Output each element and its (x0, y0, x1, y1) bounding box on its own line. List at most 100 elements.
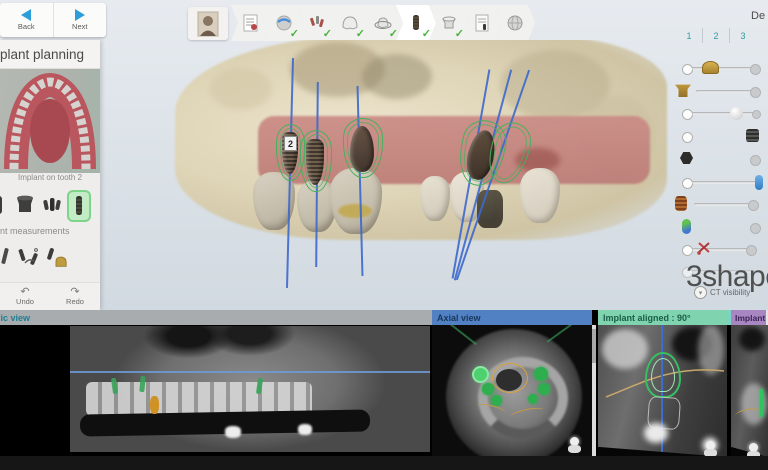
layout-tab-3[interactable]: 3 (729, 28, 756, 43)
implant-number-label: 2 (284, 136, 297, 151)
implant-crown-measure-button[interactable] (44, 242, 68, 274)
implant-aligned2-ct-image[interactable] (731, 325, 768, 470)
scan-slider-track[interactable] (692, 112, 756, 115)
bright-tooth (298, 424, 312, 435)
ct-slider-track[interactable] (692, 181, 760, 184)
slider-crown (668, 60, 768, 78)
tooth (420, 176, 450, 221)
tooth (330, 168, 382, 234)
axial-scrollbar-thumb[interactable] (592, 329, 596, 363)
implant-overlay-mark (111, 378, 118, 395)
abutment-slider-track[interactable] (696, 90, 756, 93)
abutment-gold-icon[interactable] (675, 83, 691, 97)
ct-visibility-radio[interactable] (682, 178, 693, 189)
dental-arch-thumbnail[interactable] (0, 69, 100, 173)
orientation-figure-icon (706, 441, 715, 450)
slider-copper (668, 196, 768, 214)
scan-slider-handle[interactable] (730, 107, 743, 120)
slider-implant-row (668, 128, 768, 146)
abutment-tool-button[interactable] (13, 190, 37, 222)
undo-button[interactable]: ↶ Undo (0, 283, 50, 311)
sinus-dark-region (739, 327, 765, 351)
axis-trace-line (449, 325, 477, 345)
axial-scrollbar[interactable] (592, 325, 596, 470)
reference-markers-icon (307, 13, 327, 33)
implant-dot (482, 383, 494, 395)
cut-slider-handle[interactable] (746, 245, 757, 256)
slider-cut (668, 241, 768, 259)
redo-arrow-icon: ↷ (70, 288, 79, 297)
abutment-icon (15, 194, 35, 218)
angle-measure-icon (17, 245, 41, 271)
bone-blotch (362, 54, 432, 99)
slider-hex-row (668, 151, 768, 169)
export-globe-icon (505, 13, 525, 33)
angle-measure-button[interactable] (17, 242, 41, 274)
hex-dark-icon[interactable] (680, 152, 693, 164)
implant-icon (406, 13, 426, 33)
scan-import-icon (274, 13, 294, 33)
implant-planning-panel: Implant planning Implant on tooth 2 (0, 40, 100, 310)
back-label: Back (18, 22, 35, 31)
view-layout-tabs: 1 2 3 (676, 28, 756, 43)
measurements-section-title: Implant measurements (0, 224, 100, 238)
slider-ct (668, 174, 768, 192)
next-button[interactable]: Next (53, 3, 107, 37)
panoramic-title: Panoramic view (0, 313, 30, 323)
multi-implant-icon (42, 194, 62, 218)
gold-band (338, 204, 372, 218)
cut-visibility-radio[interactable] (682, 245, 693, 256)
implant-dark-icon[interactable] (746, 129, 759, 142)
implant-aligned-header[interactable]: Implant aligned : 90° (598, 310, 727, 325)
scissors-red-icon[interactable] (696, 241, 712, 255)
step-order-form[interactable] (231, 5, 271, 41)
scan-visibility-radio[interactable] (682, 109, 693, 120)
patient-photo-button[interactable] (188, 7, 228, 40)
bottom-black-strip (0, 456, 768, 470)
crown-icon (340, 13, 360, 33)
layout-tab-1[interactable]: 1 (676, 28, 702, 43)
crown-visibility-radio[interactable] (682, 64, 693, 75)
capsule-green-blue-icon[interactable] (682, 219, 691, 234)
visibility-slider-panel: 1 2 3 (668, 24, 768, 310)
panoramic-xray-image[interactable] (70, 326, 430, 452)
implant-aligned-ct-image[interactable] (598, 325, 727, 470)
measure-icon (0, 245, 11, 271)
axial-ct-image[interactable] (432, 325, 592, 470)
implant-visibility-radio[interactable] (682, 132, 693, 143)
redo-button[interactable]: ↷ Redo (50, 283, 100, 311)
capsule-slider-handle[interactable] (750, 223, 761, 234)
bone-highlight (741, 383, 767, 425)
undo-arrow-icon: ↶ (20, 288, 29, 297)
bright-tooth (225, 426, 241, 438)
crown-ring-icon (373, 13, 393, 33)
ct-slider-handle[interactable] (755, 175, 763, 190)
ct-visibility-toggle[interactable]: ▾ CT visibility (694, 286, 750, 299)
single-implant-button[interactable] (67, 190, 91, 222)
panoramic-view-header[interactable]: Panoramic view (0, 310, 432, 325)
panel-title: Implant planning (0, 40, 100, 69)
orientation-figure-icon (570, 437, 579, 446)
back-button[interactable]: Back (0, 3, 53, 37)
implant-dot (528, 394, 538, 404)
measure-button[interactable] (0, 242, 14, 274)
copper-slider-track[interactable] (694, 203, 752, 206)
implant-caption: Implant on tooth 2 (0, 173, 100, 182)
multi-implant-button[interactable] (40, 190, 64, 222)
axial-view-header[interactable]: Axial view (432, 310, 592, 325)
implant-copper-icon[interactable] (675, 196, 687, 211)
layout-tab-2[interactable]: 2 (702, 28, 729, 43)
dental-arch-image (0, 69, 100, 173)
copper-slider-handle[interactable] (748, 200, 759, 211)
hex-slider-handle[interactable] (750, 155, 761, 166)
abutment-slider-handle[interactable] (750, 87, 761, 98)
implant-dot (534, 367, 548, 381)
crown-gold-icon[interactable] (702, 61, 719, 74)
selected-implant-dot[interactable] (474, 368, 487, 381)
panoramic-slice-line[interactable] (70, 371, 430, 373)
implant-library-button[interactable] (0, 190, 10, 222)
crown-slider-handle[interactable] (750, 64, 761, 75)
slider-capsule (668, 219, 768, 237)
undo-redo-bar: ↶ Undo ↷ Redo (0, 282, 100, 311)
implant-aligned2-header[interactable]: Implant aligned (731, 310, 768, 325)
